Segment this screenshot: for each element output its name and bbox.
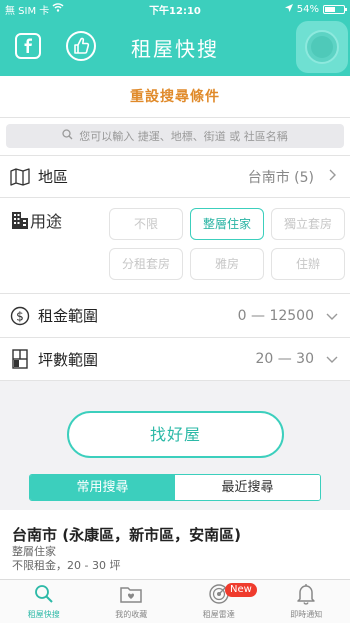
find-home-button[interactable]: 找好屋 xyxy=(67,411,284,458)
saved-search-item[interactable]: 台南市 (永康區，新市區，安南區) 整層住家 不限租金，20 - 30 坪 xyxy=(0,510,350,579)
rent-value: 0 — 12500 xyxy=(237,307,314,324)
size-value: 20 — 30 xyxy=(255,351,314,367)
area-label: 地區 xyxy=(38,168,69,186)
status-bar: 無 SIM 卡 下午12:10 54% xyxy=(0,0,350,18)
search-actions: 找好屋 常用搜尋 最近搜尋 xyxy=(0,383,350,510)
area-value: 台南市 (5) xyxy=(247,169,314,186)
tab-notifications[interactable]: 即時通知 xyxy=(263,580,350,623)
location-icon xyxy=(284,3,293,15)
chevron-down-icon xyxy=(324,352,340,366)
status-right: 54% xyxy=(232,3,347,15)
menu-button-core xyxy=(311,36,333,58)
tab-label: 我的收藏 xyxy=(115,610,148,619)
usage-option-studio[interactable]: 獨立套房 xyxy=(271,208,345,240)
rent-label: 租金範圍 xyxy=(38,307,99,325)
wifi-icon xyxy=(52,3,64,15)
bottom-tab-bar: 租屋快搜 我的收藏 New 租屋雷達 即時通知 xyxy=(0,579,350,623)
usage-label: 用途 xyxy=(30,212,63,231)
saved-search-title: 台南市 (永康區，新市區，安南區) xyxy=(12,526,241,544)
search-history-tabs: 常用搜尋 最近搜尋 xyxy=(29,474,321,501)
area-row[interactable]: 地區 台南市 (5) xyxy=(0,156,350,198)
search-icon xyxy=(32,582,56,606)
chevron-right-icon xyxy=(324,169,340,184)
new-badge: New xyxy=(225,583,257,597)
filter-panel: 重設搜尋條件 您可以輸入 捷運、地標、街道 或 社區名稱 地區 台南市 (5) … xyxy=(0,76,350,381)
dollar-icon: $ xyxy=(10,306,30,326)
building-icon xyxy=(10,210,30,230)
usage-option-home-office[interactable]: 住辦 xyxy=(271,248,345,280)
usage-option-any[interactable]: 不限 xyxy=(109,208,183,240)
reset-filters-button[interactable]: 重設搜尋條件 xyxy=(0,76,350,118)
status-time: 下午12:10 xyxy=(149,5,201,17)
folder-heart-icon xyxy=(119,582,143,606)
usage-options: 不限 整層住家 獨立套房 分租套房 雅房 住辦 xyxy=(109,208,345,280)
saved-search-details: 不限租金，20 - 30 坪 xyxy=(12,559,121,572)
chevron-down-icon xyxy=(324,309,340,323)
tab-favorites[interactable]: 我的收藏 xyxy=(88,580,176,623)
search-input[interactable]: 您可以輸入 捷運、地標、街道 或 社區名稱 xyxy=(6,124,344,148)
tab-label: 即時通知 xyxy=(290,610,323,619)
search-icon xyxy=(62,129,73,143)
floating-menu-button[interactable] xyxy=(296,21,348,73)
usage-row: 用途 不限 整層住家 獨立套房 分租套房 雅房 住辦 xyxy=(0,198,350,294)
search-placeholder: 您可以輸入 捷運、地標、街道 或 社區名稱 xyxy=(79,130,288,143)
rent-row[interactable]: $ 租金範圍 0 — 12500 xyxy=(0,294,350,338)
carrier-text: 無 SIM 卡 xyxy=(5,5,50,17)
menu-button-ring xyxy=(305,30,339,64)
battery-percent: 54% xyxy=(296,3,319,15)
usage-option-shared-suite[interactable]: 分租套房 xyxy=(109,248,183,280)
saved-search-type: 整層住家 xyxy=(12,545,56,558)
map-icon xyxy=(10,167,30,187)
size-label: 坪數範圍 xyxy=(38,350,99,369)
tab-radar[interactable]: New 租屋雷達 xyxy=(175,580,263,623)
tab-common-searches[interactable]: 常用搜尋 xyxy=(30,475,175,500)
usage-option-whole-home[interactable]: 整層住家 xyxy=(190,208,264,240)
tab-quick-search[interactable]: 租屋快搜 xyxy=(0,580,88,623)
svg-text:$: $ xyxy=(16,309,24,323)
tab-label: 租屋快搜 xyxy=(27,610,60,619)
battery-icon xyxy=(322,4,347,14)
floorplan-icon xyxy=(10,349,30,369)
tab-label: 租屋雷達 xyxy=(202,610,235,619)
app-bar: 租屋快搜 xyxy=(0,18,350,76)
status-left: 無 SIM 卡 xyxy=(5,2,118,17)
size-row[interactable]: 坪數範圍 20 — 30 xyxy=(0,338,350,381)
usage-option-room[interactable]: 雅房 xyxy=(190,248,264,280)
tab-recent-searches[interactable]: 最近搜尋 xyxy=(175,475,320,500)
search-bar: 您可以輸入 捷運、地標、街道 或 社區名稱 xyxy=(0,118,350,156)
bell-icon xyxy=(294,582,318,606)
